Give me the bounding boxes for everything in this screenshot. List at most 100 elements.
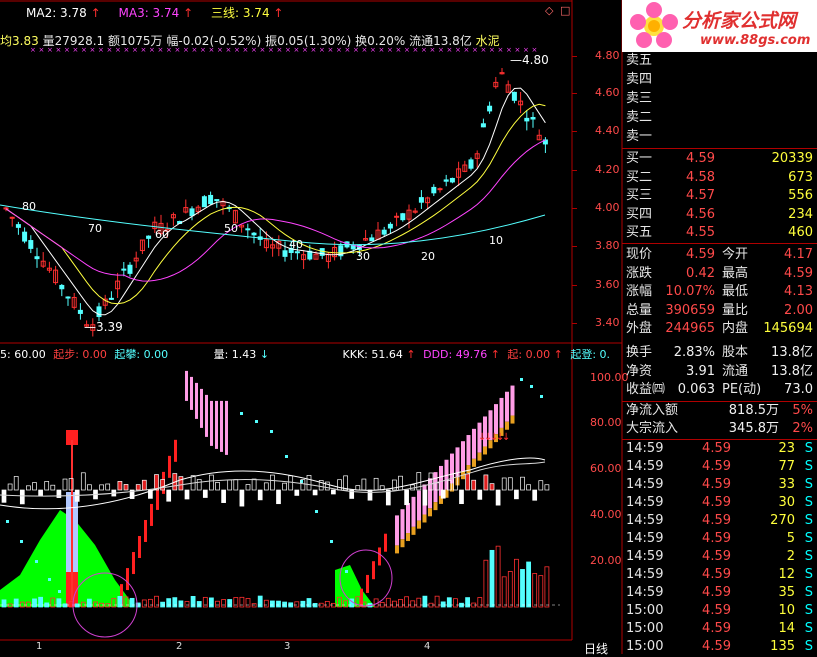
volume-bar xyxy=(221,599,227,608)
orange-bar xyxy=(483,446,487,455)
kkk-bar xyxy=(239,489,245,507)
volume-bar xyxy=(422,595,428,608)
kkk-bar xyxy=(166,489,172,502)
orange-bar xyxy=(428,508,432,517)
tick-row: 15:00 4.59 135 S xyxy=(622,638,817,656)
tick-mark xyxy=(572,56,577,57)
price-tick-label: 4.80 xyxy=(595,49,620,62)
volume-bar xyxy=(141,599,147,608)
kkk-bar xyxy=(385,489,391,506)
volume-bar xyxy=(434,595,440,608)
sell-label: 卖三 xyxy=(626,91,653,106)
stat-key: 涨幅 xyxy=(626,284,653,299)
ma-header: MA2: 3.78 ↑ MA3: 3.74 ↑ 三线: 3.74 ↑ xyxy=(2,4,283,21)
cyan-dot xyxy=(35,560,38,563)
kkk-bar xyxy=(26,485,31,491)
pink-bar xyxy=(190,376,193,410)
tick-price: 4.59 xyxy=(702,621,731,636)
candle-body xyxy=(189,208,195,217)
tick-time: 14:59 xyxy=(626,531,664,546)
tick-price: 4.59 xyxy=(702,603,731,618)
kkk-bar xyxy=(135,484,141,491)
candle-body xyxy=(59,284,65,290)
candle-body xyxy=(387,223,393,229)
flow-row: 净流入额 818.5万 5% xyxy=(622,402,817,420)
tick-volume: 14 xyxy=(778,621,795,636)
sell-row: 卖四 xyxy=(622,71,817,89)
volume-bar xyxy=(440,601,446,608)
arrow-up-icon: ↑ xyxy=(183,6,194,20)
candle-body xyxy=(480,123,486,128)
pink-bar xyxy=(510,385,515,416)
price-tick-label: 3.60 xyxy=(595,278,620,291)
kkk-bar xyxy=(62,478,68,491)
buy-price: 4.58 xyxy=(686,169,715,185)
tick-time: 14:59 xyxy=(626,585,664,600)
kkk-bar xyxy=(489,483,495,491)
kkk-bar xyxy=(288,475,294,491)
ma-line-mid xyxy=(5,103,546,305)
sell-label: 卖二 xyxy=(626,110,653,125)
tick-price: 4.59 xyxy=(702,495,731,510)
arrow-down-icon: ↓ xyxy=(259,348,270,361)
kkk-bar xyxy=(520,476,525,491)
tick-side: S xyxy=(804,459,813,474)
volume: 量27928.1 xyxy=(42,34,105,48)
red-bar xyxy=(366,574,369,593)
volume-bar xyxy=(507,571,513,608)
red-bar xyxy=(132,552,135,575)
candle-body xyxy=(400,213,406,221)
volume-bar xyxy=(404,596,410,608)
red-bar xyxy=(372,561,375,580)
tick-side: S xyxy=(804,495,813,510)
stat-row: 总量 390659 量比 2.00 xyxy=(622,302,817,320)
stat-key-2: 内盘 xyxy=(722,321,749,336)
close-icon[interactable]: □ xyxy=(560,4,570,17)
cyan-dot xyxy=(520,378,523,381)
avg-price: 均3.83 xyxy=(0,34,39,48)
orange-bar xyxy=(466,465,471,474)
pink-bar xyxy=(472,428,476,459)
ind-qi: 起: 0.00 xyxy=(507,348,551,361)
diamond-icon[interactable]: ◇ xyxy=(545,4,553,17)
cyan-dot xyxy=(255,420,258,423)
info-value-2: 13.8亿 xyxy=(771,363,813,379)
sell-label: 卖五 xyxy=(626,53,653,68)
cyan-dot xyxy=(6,520,9,523)
stat-key-2: 量比 xyxy=(722,302,749,318)
ind-ddd: DDD: 49.76 xyxy=(423,348,488,361)
kkk-bar xyxy=(1,489,7,503)
info-row: 换手 2.83% 股本 13.8亿 xyxy=(622,344,817,362)
kkk-bar xyxy=(422,489,428,506)
pink-bar xyxy=(461,441,465,472)
cyan-dot xyxy=(540,395,543,398)
tick-list[interactable]: 14:59 4.59 23 S 14:59 4.59 77 S 14:59 4.59 33 S 14:5… xyxy=(622,440,817,654)
kkk-bar xyxy=(501,477,507,491)
kkk-bar xyxy=(477,489,483,500)
tick-time: 15:00 xyxy=(626,621,664,636)
volume-bar xyxy=(385,597,391,608)
kkk-bar xyxy=(44,481,50,491)
candle-body xyxy=(468,159,474,169)
price-tick-label: 4.00 xyxy=(595,201,620,214)
period-tab[interactable]: 日线 xyxy=(584,640,608,657)
kkk-bar xyxy=(324,481,330,491)
flow-percent: 2% xyxy=(792,421,813,436)
ma-label-80: 80 xyxy=(22,200,36,213)
arrow-up-icon: ↑ xyxy=(90,6,101,20)
divider xyxy=(622,148,817,149)
info-value-2: 73.0 xyxy=(784,382,813,397)
cyan-dot xyxy=(58,590,61,593)
kkk-bar xyxy=(276,489,281,505)
kkk-bar xyxy=(215,482,220,491)
tick-side: S xyxy=(804,441,813,456)
candle-body xyxy=(15,224,21,228)
volume-bar xyxy=(32,598,37,608)
tick-side: S xyxy=(804,567,813,582)
info-value-2: 13.8亿 xyxy=(771,345,813,360)
candle-body xyxy=(251,232,257,236)
volume-bar xyxy=(227,599,233,608)
orange-bar xyxy=(472,458,476,467)
volume-bar xyxy=(544,566,550,608)
low-label: —3.39 xyxy=(84,320,123,334)
